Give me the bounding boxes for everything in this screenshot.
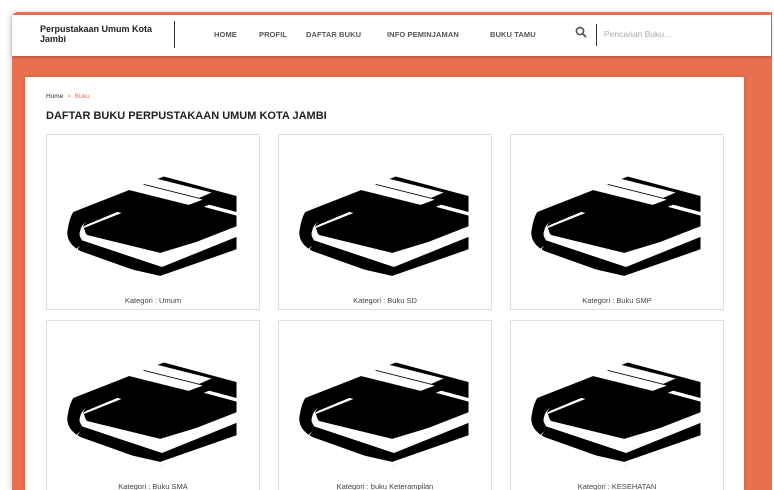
category-card-buku-smp[interactable]: Kategori : Buku SMP (510, 134, 724, 310)
site-brand[interactable]: Perpustakaan Umum Kota Jambi (40, 24, 180, 44)
book-stack-icon (67, 362, 237, 466)
search-input[interactable] (604, 26, 754, 42)
breadcrumb-home[interactable]: Home (46, 93, 63, 100)
main-content: Home > Buku DAFTAR BUKU PERPUSTAKAAN UMU… (25, 77, 744, 490)
category-card-buku-sd[interactable]: Kategori : Buku SD (278, 134, 492, 310)
search-icon[interactable] (574, 25, 588, 39)
category-label: Kategori : Umum (124, 296, 182, 305)
breadcrumb-separator: > (67, 93, 71, 100)
book-stack-icon (531, 362, 701, 466)
nav-daftar-buku[interactable]: DAFTAR BUKU (306, 30, 361, 39)
book-stack-icon (531, 176, 701, 280)
book-stack-icon (299, 362, 469, 466)
category-card-kesehatan[interactable]: Kategori : KESEHATAN (510, 320, 724, 490)
nav-buku-tamu[interactable]: BUKU TAMU (490, 30, 536, 39)
category-card-buku-sma[interactable]: Kategori : Buku SMA (46, 320, 260, 490)
nav-home[interactable]: HOME (214, 30, 237, 39)
category-label: Kategori : buku Keterampilan (336, 482, 434, 490)
category-card-umum[interactable]: Kategori : Umum (46, 134, 260, 310)
category-label: Kategori : KESEHATAN (577, 482, 657, 490)
nav-profil[interactable]: PROFIL (259, 30, 287, 39)
category-label: Kategori : Buku SD (353, 296, 417, 305)
book-stack-icon (299, 176, 469, 280)
top-navbar: Perpustakaan Umum Kota Jambi HOME PROFIL… (12, 15, 771, 56)
category-card-buku-keterampilan[interactable]: Kategori : buku Keterampilan (278, 320, 492, 490)
breadcrumb: Home > Buku (46, 93, 90, 100)
nav-info-peminjaman[interactable]: INFO PEMINJAMAN (387, 30, 459, 39)
category-label: Kategori : Buku SMP (582, 296, 652, 305)
book-stack-icon (67, 176, 237, 280)
page-title: DAFTAR BUKU PERPUSTAKAAN UMUM KOTA JAMBI (46, 110, 327, 122)
search-divider (596, 24, 597, 46)
category-label: Kategori : Buku SMA (118, 482, 188, 490)
breadcrumb-current: Buku (74, 93, 90, 100)
brand-divider (174, 21, 175, 48)
